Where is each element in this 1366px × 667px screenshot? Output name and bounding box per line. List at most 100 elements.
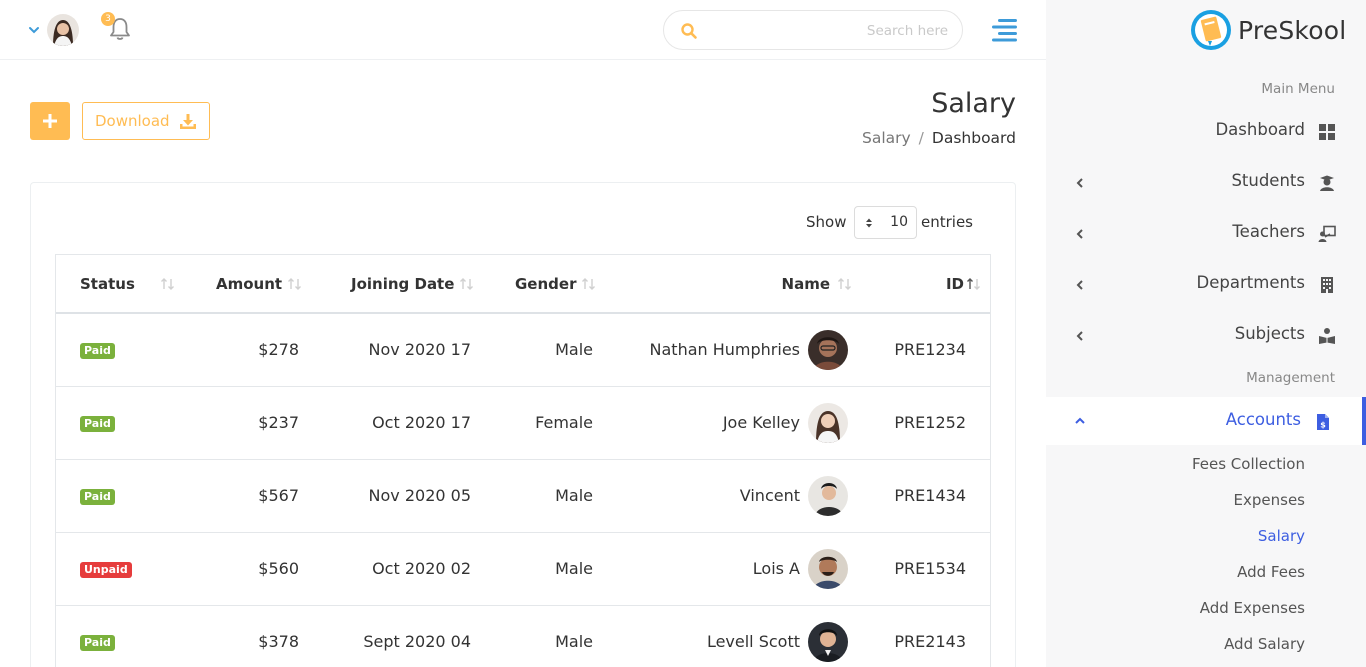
sidebar-item-label: Students [1231, 171, 1305, 190]
table-row[interactable]: Unpaid $560 Oct 2020 02 Male Lois A PRE1… [56, 533, 990, 606]
management-title: Management [1246, 370, 1335, 386]
entries-label: entries [921, 213, 973, 231]
submenu-item-fees-collection[interactable]: Fees Collection [1192, 455, 1305, 473]
sort-icon[interactable] [160, 277, 176, 291]
show-label: Show [806, 213, 847, 231]
column-header-name[interactable]: Name [782, 255, 830, 313]
plus-icon [43, 114, 57, 128]
breadcrumb-item-salary[interactable]: Salary [862, 129, 911, 147]
table-row[interactable]: Paid $237 Oct 2020 17 Female Joe Kelley … [56, 387, 990, 460]
add-salary-button[interactable] [30, 102, 70, 140]
building-icon [1321, 277, 1333, 293]
gender-cell: Male [555, 486, 593, 505]
user-avatar[interactable] [47, 14, 79, 46]
submenu-item-add-expenses[interactable]: Add Expenses [1200, 599, 1305, 617]
sidebar-item-dashboard[interactable]: Dashboard [1046, 107, 1366, 158]
sort-icon-active[interactable] [966, 277, 982, 291]
sidebar-item-teachers[interactable]: Teachers [1046, 209, 1366, 260]
teacher-board-icon [1318, 225, 1336, 242]
sidebar-item-label: Departments [1196, 273, 1305, 292]
submenu-item-add-salary[interactable]: Add Salary [1224, 635, 1305, 653]
download-label: Download [95, 112, 170, 130]
amount-cell: $378 [258, 632, 299, 651]
sidebar-item-accounts[interactable]: Accounts $ [1046, 397, 1366, 445]
avatar[interactable] [808, 549, 848, 589]
dashboard-grid-icon [1319, 124, 1335, 140]
salary-table: Status Amount Joining Date Gender Name I… [55, 254, 991, 667]
breadcrumb: Salary / Dashboard [862, 129, 1016, 147]
search-box [663, 10, 963, 50]
book-reader-icon [1319, 328, 1335, 344]
name-cell[interactable]: Vincent [740, 460, 800, 533]
amount-cell: $237 [258, 413, 299, 432]
avatar[interactable] [808, 476, 848, 516]
status-badge-paid: Paid [80, 416, 115, 432]
menu-toggle-icon[interactable] [990, 18, 1018, 42]
column-header-amount[interactable]: Amount [216, 255, 282, 313]
status-badge-unpaid: Unpaid [80, 562, 132, 578]
top-header: 3 [0, 0, 1046, 60]
joining-date-cell: Nov 2020 17 [368, 340, 471, 359]
status-badge-paid: Paid [80, 635, 115, 651]
joining-date-cell: Nov 2020 05 [368, 486, 471, 505]
table-row[interactable]: Paid $278 Nov 2020 17 Male Nathan Humphr… [56, 314, 990, 387]
download-icon [180, 114, 196, 129]
brand-name[interactable]: PreSkool [1238, 16, 1346, 45]
svg-text:$: $ [1320, 421, 1326, 430]
download-button[interactable]: Download [82, 102, 210, 140]
search-input[interactable] [708, 17, 948, 45]
entries-value: 10 [890, 214, 908, 230]
amount-cell: $560 [258, 559, 299, 578]
status-badge-paid: Paid [80, 343, 115, 359]
preskool-logo-icon[interactable] [1190, 9, 1232, 51]
avatar[interactable] [808, 403, 848, 443]
avatar[interactable] [808, 622, 848, 662]
sort-icon[interactable] [459, 277, 475, 291]
chevron-left-icon [1076, 331, 1083, 341]
entries-select[interactable]: 10 [854, 206, 917, 239]
sidebar-item-subjects[interactable]: Subjects [1046, 311, 1366, 362]
chevron-left-icon [1076, 178, 1083, 188]
gender-cell: Female [535, 413, 593, 432]
amount-cell: $278 [258, 340, 299, 359]
column-header-joining-date[interactable]: Joining Date [351, 255, 454, 313]
sort-icon[interactable] [287, 277, 303, 291]
column-header-gender[interactable]: Gender [515, 255, 576, 313]
notification-badge: 3 [101, 12, 115, 26]
submenu-item-salary[interactable]: Salary [1258, 527, 1305, 545]
id-cell: PRE2143 [894, 632, 966, 651]
sidebar-item-label: Accounts [1225, 410, 1301, 429]
chevron-down-icon[interactable] [28, 24, 40, 36]
id-cell: PRE1252 [894, 413, 966, 432]
table-row[interactable]: Paid $378 Sept 2020 04 Male Levell Scott… [56, 606, 990, 667]
graduate-icon [1320, 175, 1334, 191]
avatar[interactable] [808, 330, 848, 370]
chevron-left-icon [1076, 280, 1083, 290]
column-header-id[interactable]: ID [946, 255, 964, 313]
name-cell[interactable]: Levell Scott [707, 606, 800, 667]
sort-icon[interactable] [581, 277, 597, 291]
gender-cell: Male [555, 632, 593, 651]
column-header-status[interactable]: Status [80, 255, 135, 313]
id-cell: PRE1234 [894, 340, 966, 359]
page-title: Salary [931, 88, 1016, 119]
chevron-up-icon [1075, 417, 1085, 424]
table-row[interactable]: Paid $567 Nov 2020 05 Male Vincent PRE14… [56, 460, 990, 533]
invoice-icon: $ [1317, 414, 1329, 430]
name-cell[interactable]: Nathan Humphries [650, 314, 800, 387]
status-badge-paid: Paid [80, 489, 115, 505]
sidebar-item-departments[interactable]: Departments [1046, 260, 1366, 311]
sidebar-item-students[interactable]: Students [1046, 158, 1366, 209]
submenu-item-expenses[interactable]: Expenses [1234, 491, 1305, 509]
sidebar-item-label: Dashboard [1215, 120, 1305, 139]
name-cell[interactable]: Lois A [753, 533, 800, 606]
sidebar-item-label: Teachers [1232, 222, 1305, 241]
breadcrumb-separator: / [918, 129, 924, 147]
chevron-left-icon [1076, 229, 1083, 239]
id-cell: PRE1534 [894, 559, 966, 578]
search-icon [681, 23, 697, 39]
breadcrumb-item-dashboard: Dashboard [931, 129, 1016, 147]
submenu-item-add-fees[interactable]: Add Fees [1237, 563, 1305, 581]
sort-icon[interactable] [837, 277, 853, 291]
name-cell[interactable]: Joe Kelley [723, 387, 800, 460]
